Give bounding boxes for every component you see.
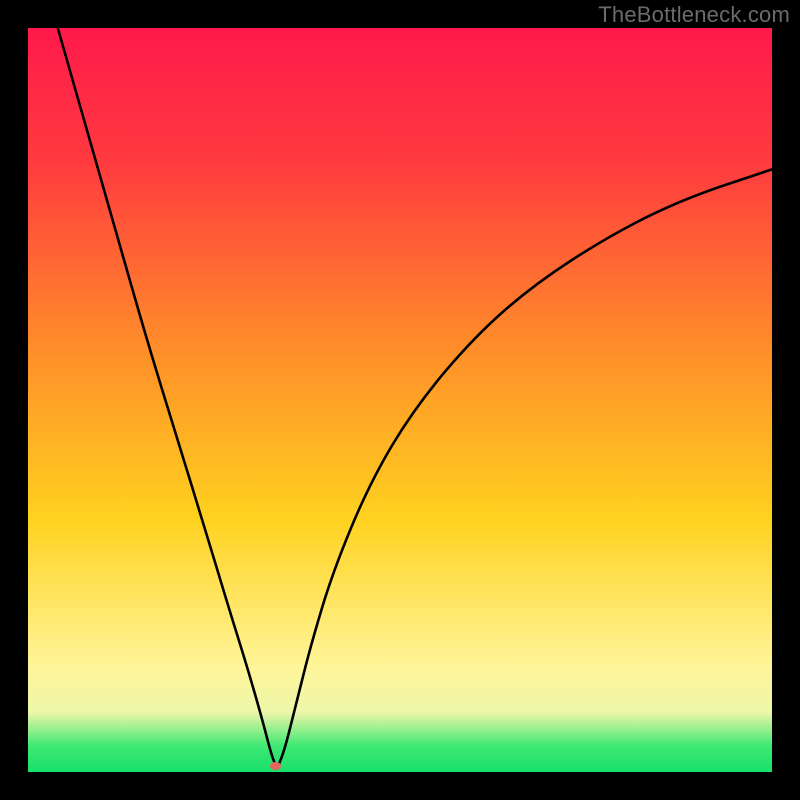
chart-frame: TheBottleneck.com [0,0,800,800]
watermark-text: TheBottleneck.com [598,2,790,28]
curve-left-branch [58,28,277,768]
curve-right-branch [277,169,772,768]
plot-area [28,28,772,772]
bottleneck-curve [28,28,772,772]
